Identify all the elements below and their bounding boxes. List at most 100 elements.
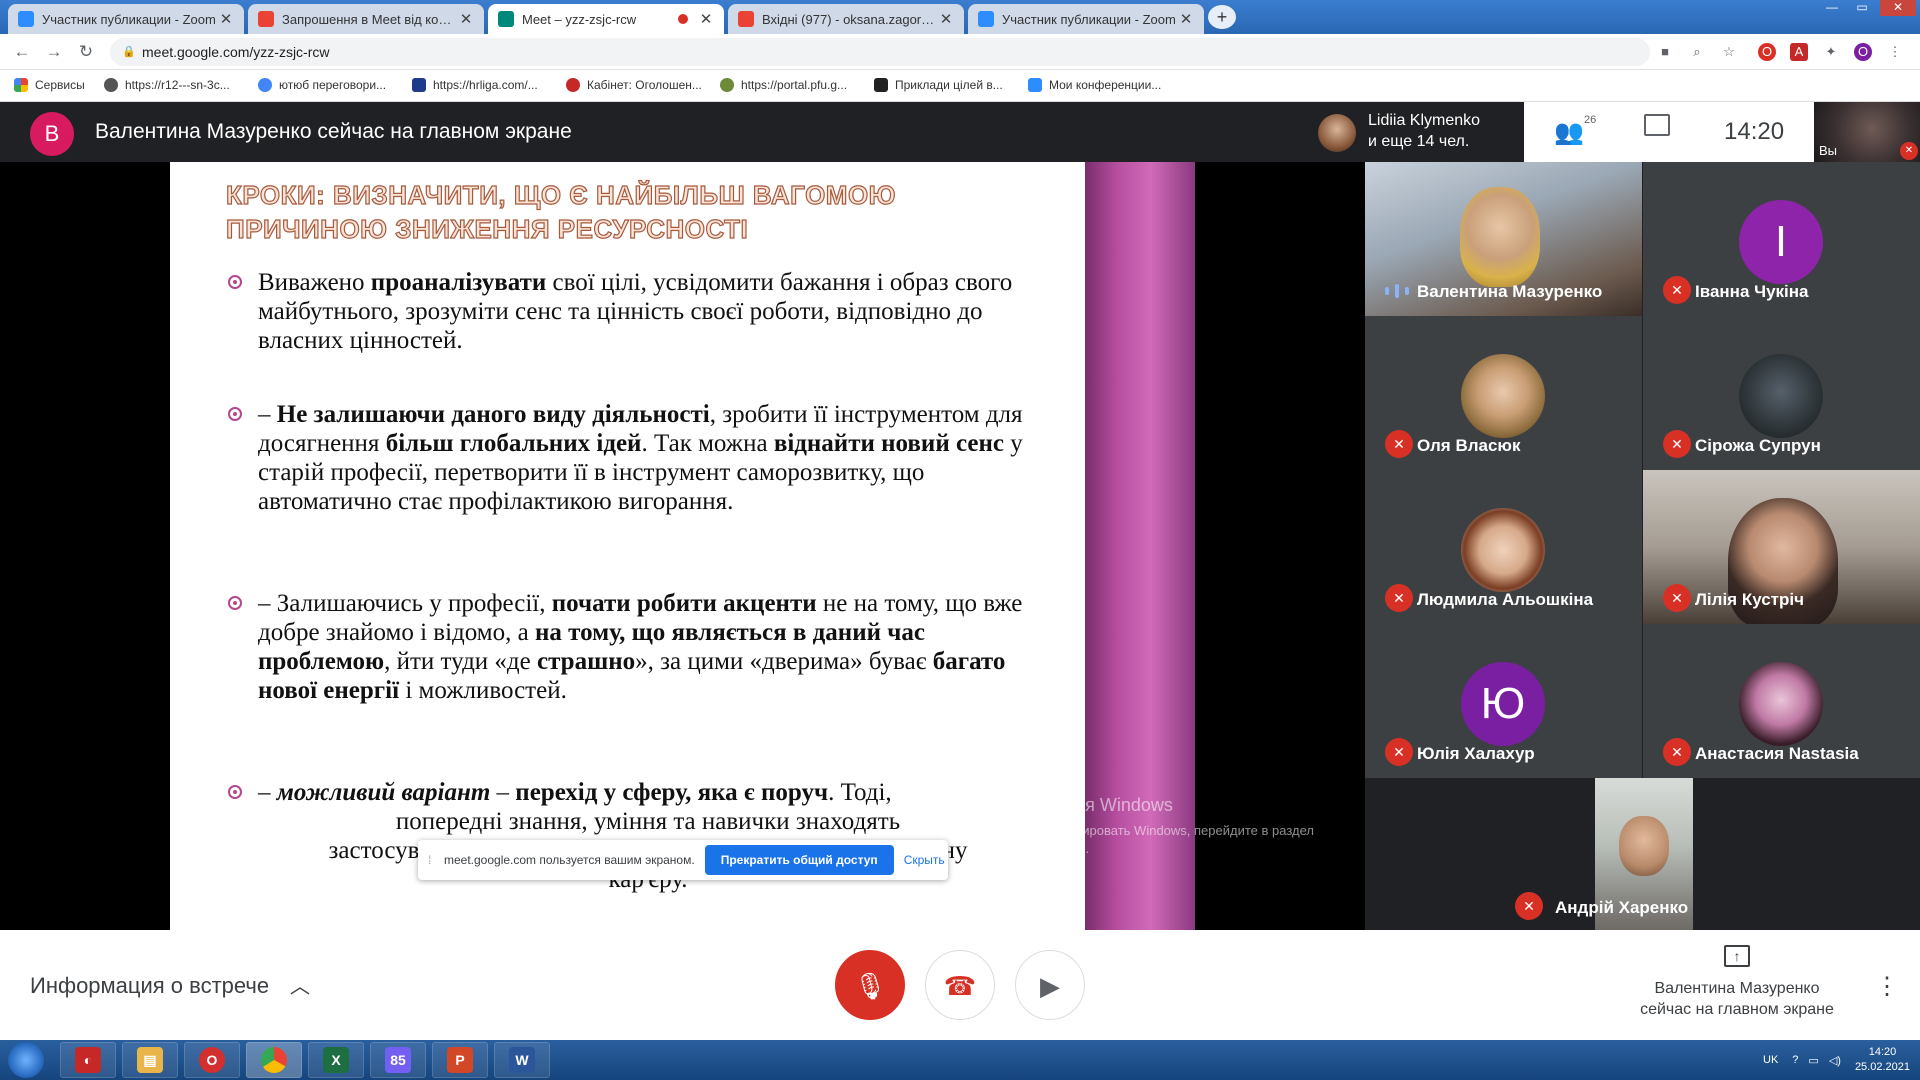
avatar [1318, 114, 1356, 152]
network-icon[interactable]: ▭ [1808, 1054, 1818, 1067]
reload-icon[interactable]: ↻ [76, 42, 96, 62]
window-close-button[interactable]: ✕ [1880, 0, 1916, 16]
camera-icon[interactable]: ■ [1656, 43, 1674, 61]
avatar: Ю [1461, 662, 1545, 746]
mic-off-icon: ✕ [1385, 430, 1413, 458]
bookmark-label: Кабінет: Оголошен... [587, 78, 702, 92]
bullet-text: і можливостей. [399, 677, 567, 704]
close-icon[interactable]: ✕ [458, 10, 474, 28]
participant-tile[interactable]: ✕ Андрій Харенко [1365, 778, 1920, 932]
people-icon[interactable]: 👥 [1554, 118, 1584, 147]
language-indicator[interactable]: UK [1763, 1054, 1778, 1066]
taskbar-opera-2[interactable]: O [184, 1042, 240, 1078]
pdf-extension-icon[interactable]: A [1790, 43, 1808, 61]
hide-button[interactable]: Скрыть [904, 853, 945, 867]
taskbar-viber[interactable]: 85 [370, 1042, 426, 1078]
participant-tile[interactable]: ✕ Оля Власюк [1365, 316, 1642, 470]
chevron-up-icon[interactable]: ︿ [290, 970, 310, 999]
participant-tile[interactable]: Ю ✕ Юлія Халахур [1365, 624, 1642, 778]
bookmark-cabinet[interactable]: Кабінет: Оголошен... [566, 78, 702, 92]
url-field[interactable]: 🔒 meet.google.com/yzz-zsjc-rcw [110, 38, 1650, 66]
tab-meet-active[interactable]: Meet – yzz-zsjc-rcw ✕ [488, 4, 724, 34]
mic-off-icon: ✕ [1385, 584, 1413, 612]
clock: 14:20 [1724, 118, 1785, 145]
slide-bullet-1: Виважено проаналізувати свої цілі, усвід… [228, 268, 1038, 355]
taskbar-clock[interactable]: 14:20 25.02.2021 [1855, 1045, 1910, 1075]
chat-icon[interactable] [1644, 114, 1670, 136]
taskbar-explorer[interactable]: ▤ [122, 1042, 178, 1078]
slide-bullet-3: – Залишаючись у професії, почати робити … [228, 589, 1038, 705]
taskbar-powerpoint[interactable]: P [432, 1042, 488, 1078]
taskbar-excel[interactable]: X [308, 1042, 364, 1078]
mic-off-icon: ✕ [1663, 584, 1691, 612]
maximize-button[interactable]: ▭ [1848, 0, 1876, 16]
bookmark-label: Мои конференции... [1049, 78, 1162, 92]
bullet-text-bold: більш глобальних ідей [385, 430, 642, 457]
tab-title: Вхідні (977) - oksana.zagorodniu [762, 11, 938, 27]
bookmark-pfu[interactable]: https://portal.pfu.g... [720, 78, 847, 92]
extensions-icon[interactable]: ✦ [1822, 43, 1840, 61]
present-screen-icon[interactable]: ↑ [1724, 945, 1750, 967]
taskbar-word[interactable]: W [494, 1042, 550, 1078]
camera-toggle-button[interactable]: ▶ [1015, 950, 1085, 1020]
bookmark-services[interactable]: Сервисы [14, 78, 85, 92]
participant-tile[interactable]: ✕ Лілія Кустріч [1643, 470, 1920, 624]
zoom-icon[interactable]: ⌕ [1688, 43, 1706, 61]
menu-icon[interactable]: ⋮ [1886, 43, 1904, 61]
mic-toggle-button[interactable]: 🎙 [835, 950, 905, 1020]
bookmark-label: https://hrliga.com/... [433, 78, 538, 92]
start-button[interactable] [8, 1042, 44, 1078]
bookmark-label: ютюб переговори... [279, 78, 387, 92]
bullet-text: – [490, 779, 516, 806]
tab-meet-invite[interactable]: Запрошення в Meet від користу ✕ [248, 4, 484, 34]
back-icon[interactable]: ← [12, 42, 32, 62]
volume-icon[interactable]: ◁) [1829, 1054, 1841, 1067]
meeting-info-button[interactable]: Информация о встрече [30, 973, 269, 999]
bookmark-conferences[interactable]: Мои конференции... [1028, 78, 1161, 92]
bullet-text-bold: почати робити акценти [551, 590, 817, 617]
participant-tile[interactable]: I ✕ Іванна Чукіна [1643, 162, 1920, 316]
opera-extension-icon[interactable]: O [1758, 43, 1776, 61]
tab-zoom-2[interactable]: Участник публикации - Zoom ✕ [968, 4, 1204, 34]
participant-tile[interactable]: ✕ Людмила Альошкіна [1365, 470, 1642, 624]
pinned-participant[interactable]: Lidiia Klymenko и еще 14 чел. [1310, 102, 1524, 162]
bookmark-goals[interactable]: Приклади цілей в... [874, 78, 1003, 92]
taskbar-chrome[interactable] [246, 1042, 302, 1078]
forward-icon[interactable]: → [44, 42, 64, 62]
meet-control-bar: Информация о встрече ︿ 🎙 ☎ ▶ ↑ Валентина… [0, 930, 1920, 1040]
bullet-icon [228, 785, 242, 799]
close-icon[interactable]: ✕ [938, 10, 954, 28]
leave-call-button[interactable]: ☎ [925, 950, 995, 1020]
help-icon[interactable]: ? [1792, 1054, 1798, 1066]
new-tab-button[interactable]: + [1208, 5, 1236, 29]
tab-gmail-inbox[interactable]: Вхідні (977) - oksana.zagorodniu ✕ [728, 4, 964, 34]
lock-icon: 🔒 [122, 46, 136, 58]
more-options-icon[interactable]: ⋮ [1875, 972, 1899, 1001]
close-icon[interactable]: ✕ [698, 10, 714, 28]
bookmark-star-icon[interactable]: ☆ [1720, 43, 1738, 61]
bullet-text: – [258, 401, 277, 428]
meet-header: B Валентина Мазуренко сейчас на главном … [0, 102, 1920, 162]
meet-icon [498, 11, 514, 27]
self-video-tile[interactable]: Вы ✕ [1814, 102, 1920, 162]
participant-tile[interactable]: Валентина Мазуренко [1365, 162, 1642, 316]
tab-zoom-1[interactable]: Участник публикации - Zoom ✕ [8, 4, 244, 34]
bookmark-youtube[interactable]: ютюб переговори... [258, 78, 386, 92]
bookmark-hrliga[interactable]: https://hrliga.com/... [412, 78, 538, 92]
bullet-text: », за цими «дверима» буває [635, 648, 933, 675]
windows-taskbar: ◐ ▤ O X 85 P W UK ? ▭ ◁) 14:20 25.02.202… [0, 1040, 1920, 1080]
stop-sharing-button[interactable]: Прекратить общий доступ [704, 845, 894, 875]
taskbar-opera[interactable]: ◐ [60, 1042, 116, 1078]
participant-tile[interactable]: ✕ Сірожа Супрун [1643, 316, 1920, 470]
slide-title-line: ПРИЧИНОЮ ЗНИЖЕННЯ РЕСУРСНОСТІ [225, 213, 749, 244]
close-icon[interactable]: ✕ [218, 10, 234, 28]
minimize-button[interactable]: — [1818, 0, 1846, 16]
close-icon[interactable]: ✕ [1178, 10, 1194, 28]
bookmark-r12[interactable]: https://r12---sn-3c... [104, 78, 230, 92]
taskbar-time: 14:20 [1868, 1046, 1897, 1058]
drag-handle-icon[interactable]: ⁞ [428, 853, 438, 867]
present-now-button[interactable]: Валентина Мазуренко сейчас на главном эк… [1580, 978, 1894, 1020]
participant-tile[interactable]: ✕ Анастасия Nastasia [1643, 624, 1920, 778]
profile-avatar[interactable]: O [1854, 43, 1872, 61]
tab-title: Запрошення в Meet від користу [282, 11, 458, 27]
